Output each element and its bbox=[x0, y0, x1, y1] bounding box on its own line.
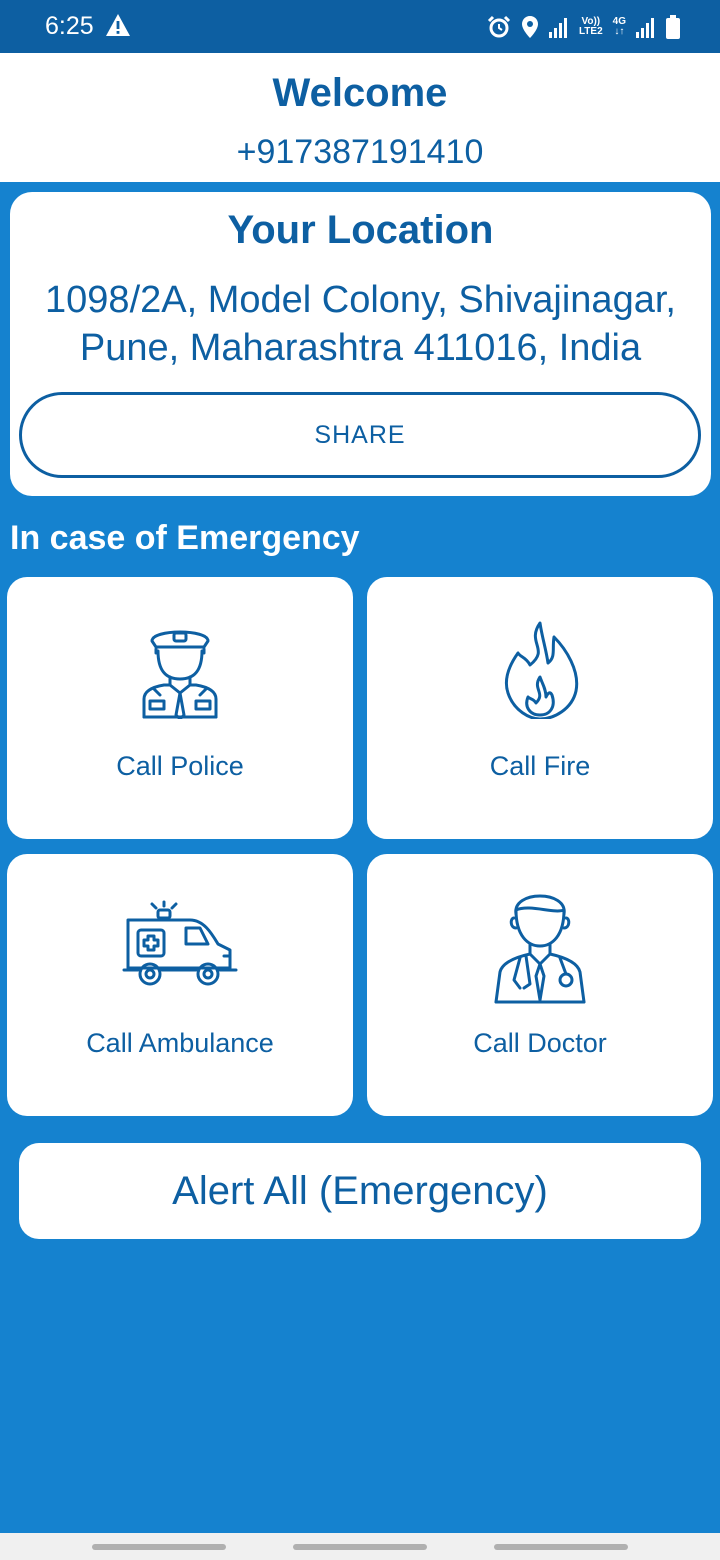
alert-all-button[interactable]: Alert All (Emergency) bbox=[19, 1143, 701, 1239]
system-nav-bar bbox=[0, 1533, 720, 1560]
warning-icon bbox=[105, 13, 131, 37]
nav-back-handle[interactable] bbox=[494, 1544, 628, 1550]
battery-icon bbox=[666, 15, 680, 39]
call-fire-button[interactable]: Call Fire bbox=[367, 577, 713, 839]
doctor-icon bbox=[490, 894, 590, 1004]
network-type: 4G ↓↑ bbox=[612, 16, 626, 37]
page-title: Welcome bbox=[272, 71, 448, 115]
welcome-header: Welcome +917387191410 bbox=[0, 53, 720, 182]
phone-number: +917387191410 bbox=[236, 133, 484, 171]
call-fire-label: Call Fire bbox=[489, 751, 591, 781]
address-line-2: Pune, Maharashtra 411016, India bbox=[79, 327, 642, 369]
call-doctor-label: Call Doctor bbox=[473, 1028, 607, 1058]
ambulance-icon bbox=[122, 896, 238, 996]
fire-icon bbox=[490, 619, 590, 721]
location-card: Your Location 1098/2A, Model Colony, Shi… bbox=[10, 192, 711, 496]
call-ambulance-label: Call Ambulance bbox=[86, 1028, 274, 1058]
call-police-label: Call Police bbox=[116, 751, 244, 781]
call-ambulance-button[interactable]: Call Ambulance bbox=[7, 854, 353, 1116]
status-time: 6:25 bbox=[45, 12, 94, 40]
location-address: 1098/2A, Model Colony, Shivajinagar, Pun… bbox=[10, 276, 711, 372]
status-bar: 6:25 Vo)) LTE2 4G ↓↑ bbox=[0, 0, 720, 53]
signal-icon-2 bbox=[636, 16, 656, 38]
signal-icon bbox=[548, 16, 569, 38]
location-pin-icon bbox=[521, 15, 539, 39]
emergency-section-title: In case of Emergency bbox=[10, 519, 360, 557]
alarm-icon bbox=[487, 15, 511, 39]
share-button[interactable]: SHARE bbox=[19, 392, 701, 478]
call-doctor-button[interactable]: Call Doctor bbox=[367, 854, 713, 1116]
address-line-1: 1098/2A, Model Colony, Shivajinagar, bbox=[45, 279, 676, 321]
police-icon bbox=[130, 619, 230, 721]
nav-home-handle[interactable] bbox=[293, 1544, 427, 1550]
location-title: Your Location bbox=[227, 208, 494, 252]
volte-indicator: Vo)) LTE2 bbox=[578, 16, 603, 37]
nav-recents-handle[interactable] bbox=[92, 1544, 226, 1550]
call-police-button[interactable]: Call Police bbox=[7, 577, 353, 839]
